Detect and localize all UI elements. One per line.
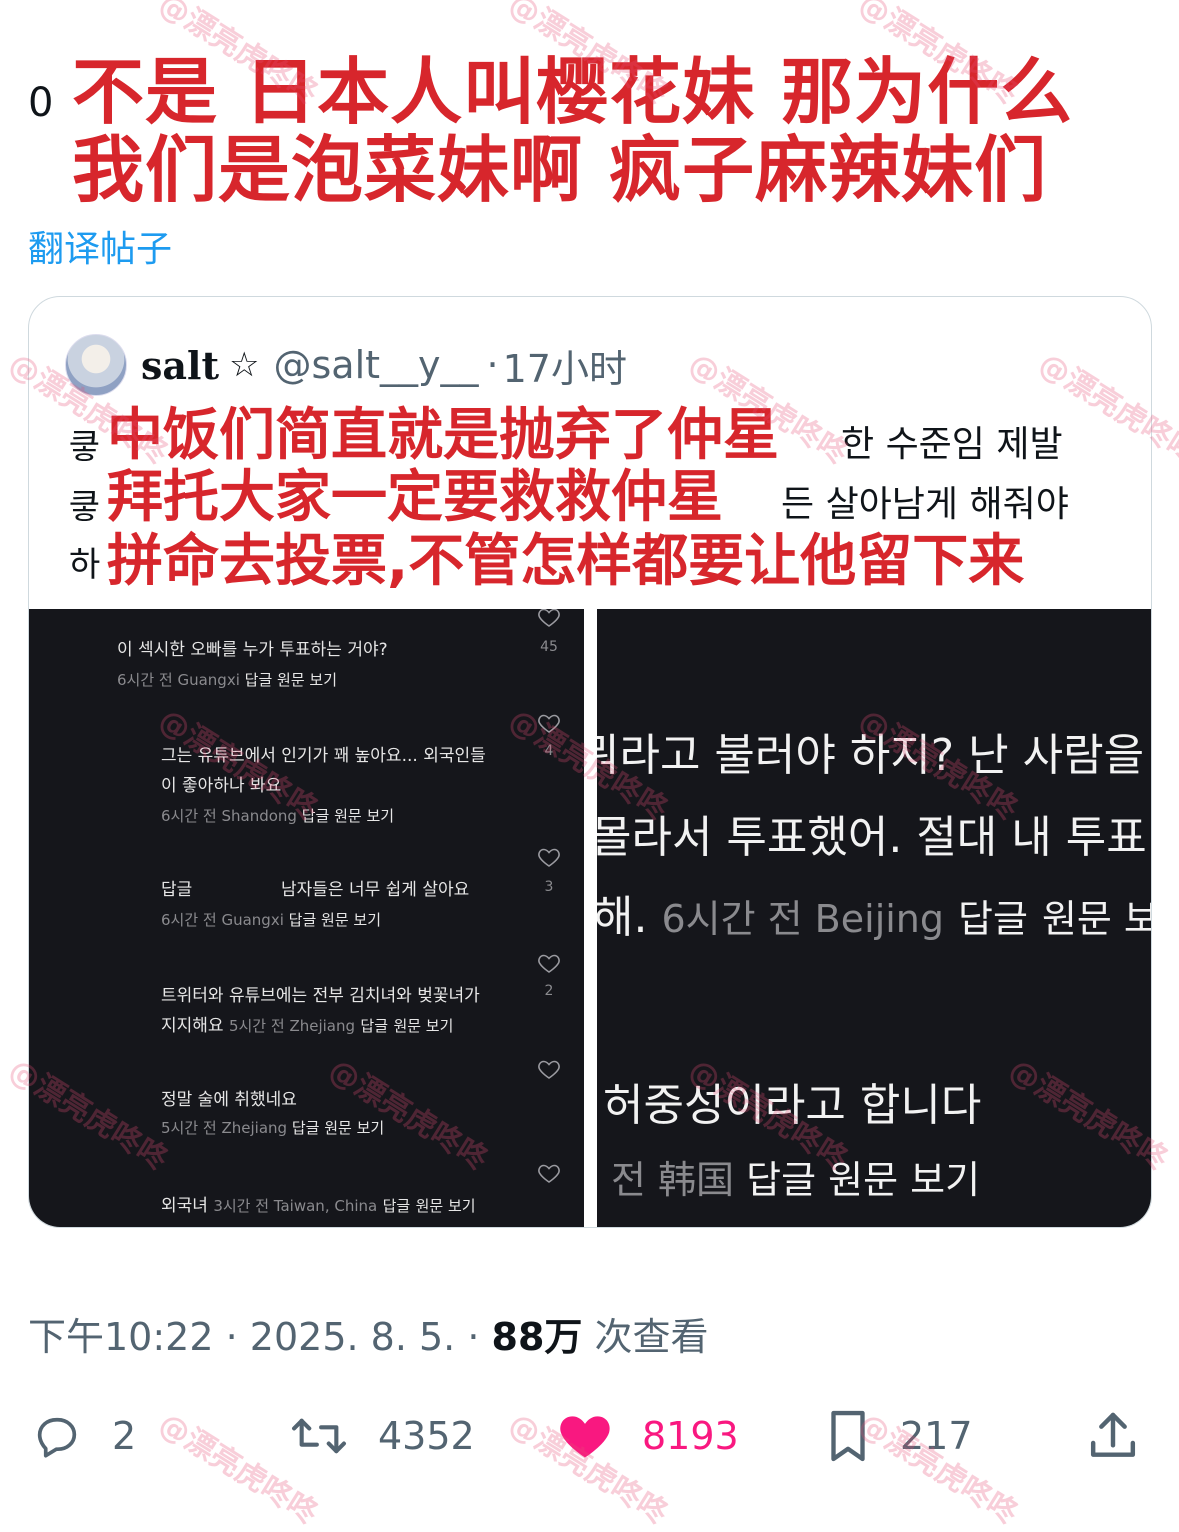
quoted-korean-right-1: 한 수준임 제발: [841, 424, 1063, 465]
quoted-post-card[interactable]: salt ☆ @salt__y__ · 17小时 킇 킇 하 한 수준임 제발 …: [28, 296, 1152, 1228]
comments-screenshot-right[interactable]: 뭐라고 불러야 하지? 난 사람을 몰라서 투표했어. 절대 내 투표 해. 6…: [597, 609, 1151, 1227]
comment-text: 트위터와 유튜브에는 전부 김치녀와 벚꽃녀가: [161, 986, 480, 1006]
zoomed-comment-line-1: 뭐라고 불러야 하지? 난 사람을: [597, 730, 1145, 781]
separator: ·: [467, 1315, 480, 1359]
quoted-korean-right-2: 든 살아남게 해줘야: [781, 484, 1069, 525]
comment-text: 외국녀 3시간 전 Taiwan, China 답글 원문 보기: [161, 1191, 476, 1216]
reply-bubble-icon: [37, 1417, 77, 1458]
comment-text-cont: 지지해요 5시간 전 Zhejiang 답글 원문 보기: [161, 1011, 453, 1036]
comment-text: 이 섹시한 오빠를 누가 투표하는 거야?: [117, 640, 388, 660]
retweet-icon: [292, 1418, 346, 1454]
zoomed-time-location: 전 韩国: [611, 1158, 735, 1202]
reply-link[interactable]: 답글: [746, 1158, 816, 1202]
translate-post-link[interactable]: 翻译帖子: [28, 220, 172, 272]
post-prefix-text: 0: [28, 80, 54, 126]
heart-outline-icon: [538, 954, 560, 973]
chinese-overlay-line-3: 拼命去投票,不管怎样都要让他留下来: [101, 531, 1031, 593]
comment-meta: 5시간 전 Zhejiang 답글 원문 보기: [161, 1117, 384, 1138]
chinese-overlay-line-2: 拜托大家一定要救救仲星: [101, 467, 729, 529]
comment-text-cont: 이 좋아하나 봐요: [161, 776, 282, 796]
view-original-link[interactable]: 원문 보기: [334, 807, 394, 825]
view-count-label: 次查看: [594, 1315, 709, 1359]
zoomed-comment-line-4: 허중성이라고 합니다: [603, 1080, 982, 1131]
view-count: 88万: [491, 1315, 583, 1359]
zoomed-comment-tail: 해.: [597, 892, 648, 943]
bookmark-button[interactable]: 217: [822, 1406, 973, 1466]
share-upload-icon: [1090, 1412, 1136, 1457]
comment-time-location: 5시간 전 Zhejiang: [228, 1017, 356, 1035]
bookmark-icon: [831, 1410, 865, 1462]
comment-time-location: 6시간 전 Shandong: [161, 807, 297, 825]
view-original-link[interactable]: 원문 보기: [393, 1017, 453, 1035]
comment-like-count: 45: [540, 639, 558, 655]
reply-link[interactable]: 답글: [383, 1197, 411, 1215]
heart-outline-icon: [538, 714, 560, 733]
quoted-post-time[interactable]: 17小时: [503, 338, 627, 393]
share-button[interactable]: [1084, 1406, 1142, 1466]
reply-count: 2: [112, 1414, 137, 1458]
quoted-user-name[interactable]: salt: [141, 343, 219, 388]
like-button[interactable]: 8193: [554, 1406, 739, 1466]
zoomed-comment-line-2: 몰라서 투표했어. 절대 내 투표: [597, 812, 1147, 863]
comment-like-count: 2: [544, 983, 554, 999]
post-caption-line-2: 我们是泡菜妹啊 疯子麻辣妹们: [72, 128, 1048, 212]
chinese-overlay-line-1: 中饭们简直就是抛弃了仲星: [101, 405, 785, 467]
heart-outline-icon: [538, 1060, 560, 1079]
comment-time-location: 3시간 전 Taiwan, China: [213, 1197, 378, 1215]
reply-button[interactable]: 2: [28, 1406, 136, 1466]
heart-outline-icon: [538, 1164, 560, 1183]
view-original-link[interactable]: 원문 보기: [321, 911, 381, 929]
heart-filled-icon: [560, 1416, 610, 1458]
retweet-button[interactable]: 4352: [286, 1406, 475, 1466]
quoted-user-avatar[interactable]: [65, 334, 127, 396]
quoted-korean-left-3: 하: [69, 545, 101, 585]
comment-time-location: 6시간 전 Guangxi: [161, 911, 284, 929]
reply-link[interactable]: 답글: [292, 1119, 320, 1137]
like-count: 8193: [642, 1414, 739, 1458]
view-original-link[interactable]: 원문 보: [1042, 897, 1151, 941]
zoomed-comment-line-3: 해. 6시간 전 Beijing 답글 원문 보: [597, 881, 1151, 945]
heart-outline-icon: [538, 848, 560, 867]
reply-link[interactable]: 답글: [958, 897, 1028, 941]
comment-meta: 6시간 전 Guangxi 답글 원문 보기: [117, 669, 337, 690]
reply-link[interactable]: 답글: [302, 807, 330, 825]
comment-meta: 6시간 전 Guangxi 답글 원문 보기: [161, 909, 381, 930]
quoted-korean-left-2: 킇: [69, 487, 101, 527]
comment-time-location: 5시간 전 Zhejiang: [161, 1119, 288, 1137]
comment-text-main: 외국녀: [161, 1196, 208, 1216]
comment-text: 남자들은 너무 쉽게 살아요: [281, 880, 470, 900]
post-caption-line-1: 不是 日本人叫樱花妹 那为什么: [72, 50, 1074, 134]
reply-link[interactable]: 답글: [360, 1017, 388, 1035]
bookmark-count: 217: [900, 1414, 973, 1458]
reply-link[interactable]: 답글: [289, 911, 317, 929]
quoted-user-star: ☆: [229, 345, 260, 385]
view-original-link[interactable]: 원문 보기: [416, 1197, 476, 1215]
heart-outline-icon: [538, 609, 560, 627]
quoted-korean-left-1: 킇: [69, 427, 101, 467]
quoted-user-handle[interactable]: @salt__y__: [274, 343, 479, 387]
quoted-post-header: salt ☆ @salt__y__ · 17小时: [65, 334, 627, 396]
comment-like-count: 4: [544, 743, 554, 759]
view-original-link[interactable]: 원문 보기: [324, 1119, 384, 1137]
comment-meta: 6시간 전 Shandong 답글 원문 보기: [161, 805, 394, 826]
post-time: 下午10:22: [28, 1315, 214, 1359]
view-original-link[interactable]: 원문 보기: [277, 671, 337, 689]
screenshot-divider: [584, 609, 597, 1227]
separator: ·: [225, 1315, 238, 1359]
reply-link[interactable]: 답글: [245, 671, 273, 689]
comments-screenshot-left[interactable]: 45 이 섹시한 오빠를 누가 투표하는 거야? 6시간 전 Guangxi 답…: [29, 609, 584, 1227]
zoomed-meta-line: 전 韩国 답글 원문 보기: [611, 1149, 980, 1204]
view-original-link[interactable]: 원문 보기: [828, 1158, 980, 1202]
comment-text: 그는 유튜브에서 인기가 꽤 높아요... 외국인들: [161, 746, 486, 766]
comment-time-location: 6시간 전 Guangxi: [117, 671, 240, 689]
comment-like-count: 3: [544, 879, 554, 895]
comment-text: 정말 술에 취했네요: [161, 1090, 297, 1110]
post-date: 2025. 8. 5.: [249, 1315, 456, 1359]
zoomed-time-location: 6시간 전 Beijing: [661, 897, 945, 941]
header-separator: ·: [486, 343, 499, 387]
retweet-count: 4352: [378, 1414, 475, 1458]
comment-reply-label: 답글: [161, 880, 193, 900]
comment-text-tail: 지지해요: [161, 1016, 224, 1036]
post-timestamp[interactable]: 下午10:22 · 2025. 8. 5. · 88万 次查看: [28, 1306, 709, 1361]
